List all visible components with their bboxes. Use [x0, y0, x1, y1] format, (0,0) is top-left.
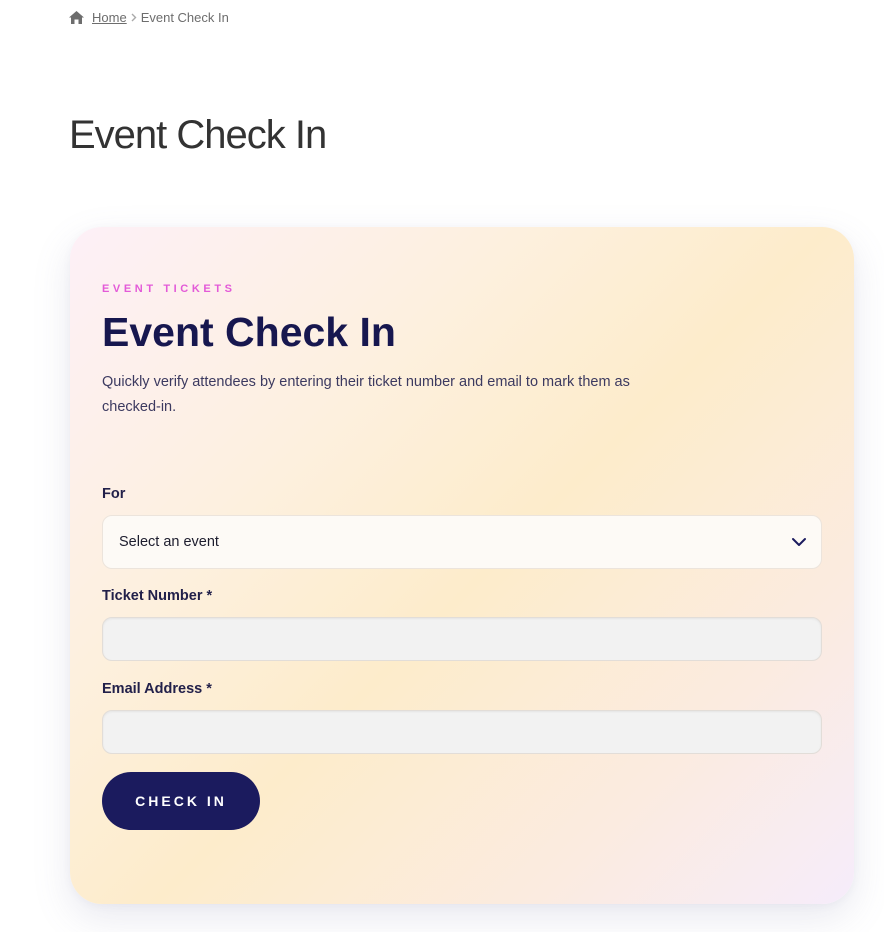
card-eyebrow: EVENT TICKETS	[102, 283, 236, 295]
page-title: Event Check In	[69, 113, 327, 157]
chevron-down-icon	[791, 535, 807, 549]
breadcrumb-current: Event Check In	[140, 10, 229, 25]
email-address-label: Email Address *	[102, 681, 212, 697]
breadcrumb: Home Event Check In	[69, 10, 229, 25]
ticket-number-input[interactable]	[102, 617, 822, 661]
card-description: Quickly verify attendees by entering the…	[102, 374, 630, 415]
event-select-label: For	[102, 486, 126, 502]
breadcrumb-home-link[interactable]: Home	[92, 10, 127, 25]
home-icon	[69, 11, 84, 24]
chevron-right-icon	[129, 13, 139, 22]
event-select[interactable]: Select an event	[102, 515, 822, 569]
check-in-button[interactable]: CHECK IN	[102, 772, 260, 830]
event-select-value: Select an event	[119, 534, 219, 550]
ticket-number-label: Ticket Number *	[102, 588, 213, 604]
check-in-card: EVENT TICKETS Event Check In Quickly ver…	[70, 227, 854, 904]
card-title: Event Check In	[102, 309, 396, 355]
email-address-input[interactable]	[102, 710, 822, 754]
